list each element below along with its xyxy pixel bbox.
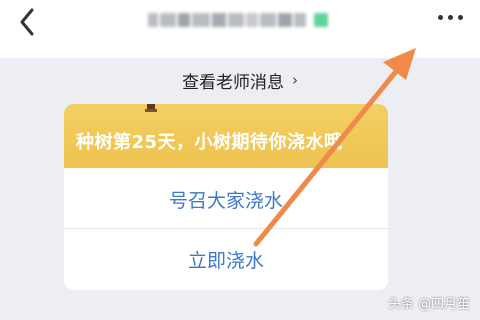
- top-bar: [0, 0, 480, 58]
- watermark: 头条 @四月笙: [387, 297, 470, 312]
- dialog-banner: 种树第25天，小树期待你浇水哦: [64, 104, 388, 168]
- teacher-link-label: 查看老师消息: [182, 72, 284, 93]
- water-now-label: 立即浇水: [187, 249, 264, 272]
- back-button[interactable]: [10, 2, 46, 42]
- water-now-button[interactable]: 立即浇水: [64, 230, 388, 288]
- chevron-left-icon: [20, 8, 34, 36]
- call-everyone-water-label: 号召大家浇水: [168, 189, 283, 212]
- more-dots-icon: [437, 14, 443, 20]
- redacted-title: [148, 8, 328, 32]
- view-teacher-messages-link[interactable]: 查看老师消息 ›: [0, 62, 480, 98]
- dialog-banner-text: 种树第25天，小树期待你浇水哦: [76, 132, 343, 153]
- chevron-right-icon: ›: [292, 71, 298, 89]
- watering-dialog: 种树第25天，小树期待你浇水哦 号召大家浇水 立即浇水: [64, 104, 388, 290]
- tree-pot-icon: [145, 104, 157, 112]
- call-everyone-water-button[interactable]: 号召大家浇水: [64, 170, 388, 229]
- more-button[interactable]: [432, 2, 468, 32]
